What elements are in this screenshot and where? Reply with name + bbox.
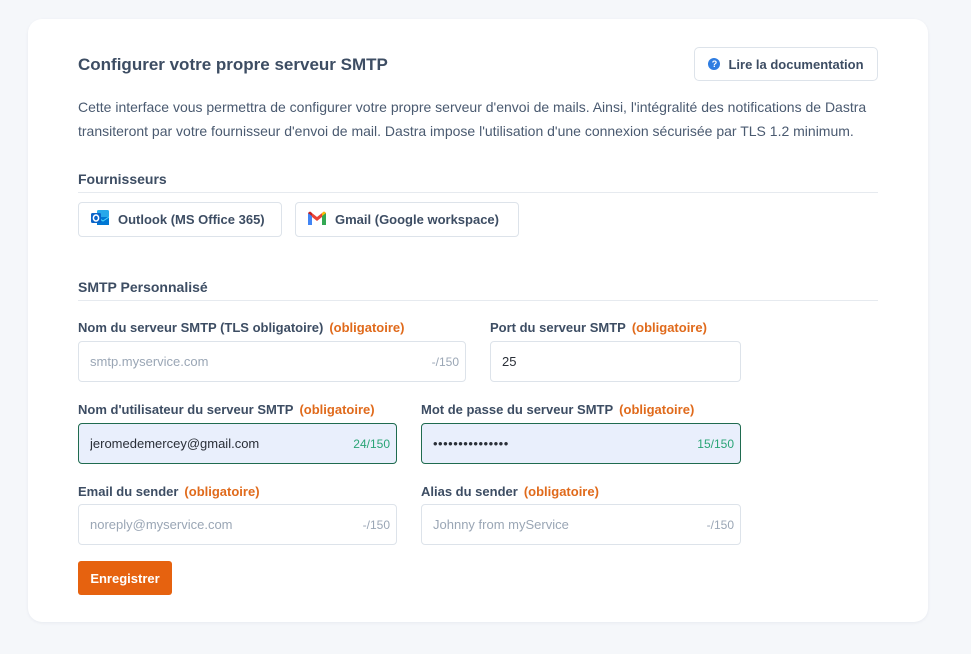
- server-name-label: Nom du serveur SMTP (TLS obligatoire) (ob…: [78, 320, 405, 335]
- port-label: Port du serveur SMTP (obligatoire): [490, 320, 707, 335]
- description-text: Cette interface vous permettra de config…: [78, 99, 867, 139]
- outlook-icon: [90, 209, 110, 230]
- username-input[interactable]: [79, 424, 396, 463]
- sender-email-field: -/150: [78, 504, 397, 545]
- username-label: Nom d'utilisateur du serveur SMTP (obliga…: [78, 402, 375, 417]
- required-marker: (obligatoire): [523, 484, 599, 499]
- required-marker: (obligatoire): [631, 320, 707, 335]
- smtp-config-card: Configurer votre propre serveur SMTP ? L…: [28, 19, 928, 622]
- password-field: 15/150: [421, 423, 741, 464]
- page-title: Configurer votre propre serveur SMTP: [78, 55, 388, 74]
- provider-outlook-button[interactable]: Outlook (MS Office 365): [78, 202, 282, 237]
- required-marker: (obligatoire): [329, 320, 405, 335]
- required-marker: (obligatoire): [184, 484, 260, 499]
- username-field: 24/150: [78, 423, 397, 464]
- providers-divider: [78, 192, 878, 193]
- smtp-section-title: SMTP Personnalisé: [78, 279, 208, 295]
- save-button[interactable]: Enregistrer: [78, 561, 172, 595]
- sender-alias-input[interactable]: [422, 505, 740, 544]
- required-marker: (obligatoire): [299, 402, 375, 417]
- documentation-button-label: Lire la documentation: [728, 56, 864, 72]
- sender-alias-field: -/150: [421, 504, 741, 545]
- password-counter: 15/150: [697, 437, 734, 451]
- help-icon: ?: [708, 58, 721, 70]
- provider-gmail-button[interactable]: Gmail (Google workspace): [295, 202, 519, 237]
- password-input[interactable]: [422, 424, 740, 463]
- smtp-divider: [78, 300, 878, 301]
- providers-section-title: Fournisseurs: [78, 171, 167, 187]
- sender-email-input[interactable]: [79, 505, 396, 544]
- documentation-button[interactable]: ? Lire la documentation: [694, 47, 878, 81]
- required-marker: (obligatoire): [619, 402, 695, 417]
- provider-outlook-label: Outlook (MS Office 365): [118, 212, 265, 227]
- provider-gmail-label: Gmail (Google workspace): [335, 212, 499, 227]
- gmail-icon: [307, 210, 327, 229]
- password-label: Mot de passe du serveur SMTP (obligatoire…: [421, 402, 695, 417]
- server-name-field: -/150: [78, 341, 466, 382]
- sender-email-label: Email du sender (obligatoire): [78, 484, 260, 499]
- server-name-counter: -/150: [431, 355, 459, 369]
- sender-alias-counter: -/150: [706, 518, 734, 532]
- sender-alias-label: Alias du sender (obligatoire): [421, 484, 599, 499]
- port-input[interactable]: [491, 342, 740, 381]
- port-field: [490, 341, 741, 382]
- username-counter: 24/150: [353, 437, 390, 451]
- sender-email-counter: -/150: [362, 518, 390, 532]
- server-name-input[interactable]: [79, 342, 465, 381]
